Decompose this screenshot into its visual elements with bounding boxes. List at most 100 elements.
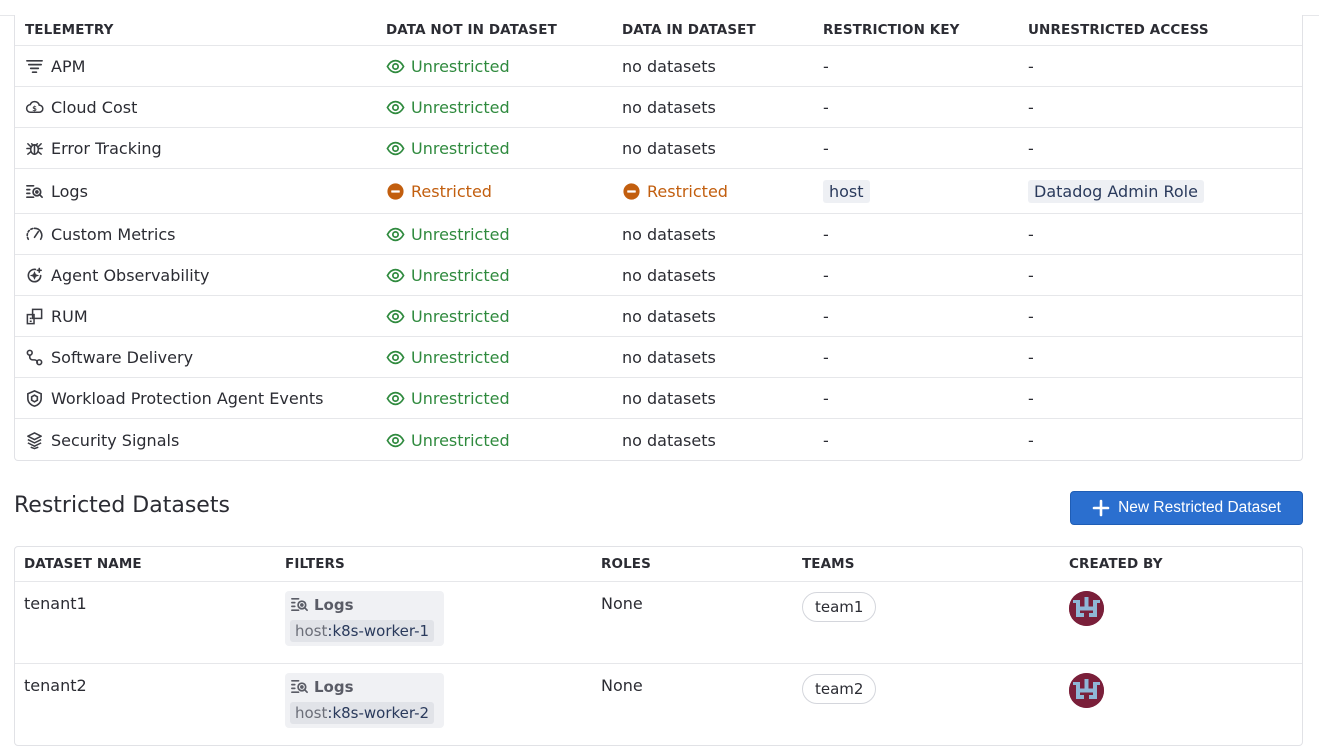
delivery-icon <box>24 347 44 367</box>
telemetry-name: Software Delivery <box>51 347 194 367</box>
telemetry-name: Custom Metrics <box>51 224 176 244</box>
avatar[interactable] <box>1069 673 1104 708</box>
data-not-in-dataset-status: Unrestricted <box>386 378 510 418</box>
data-not-in-dataset-status: Unrestricted <box>386 87 510 127</box>
restricted-icon <box>386 182 405 201</box>
telemetry-name-cell: Workload Protection Agent Events <box>24 378 323 418</box>
eye-icon <box>386 225 405 244</box>
dataset-created-by-cell <box>1069 582 1104 663</box>
telemetry-row: RUM Unrestricted no datasets - - <box>15 296 1302 337</box>
data-in-dataset-value: no datasets <box>622 265 716 285</box>
dataset-row[interactable]: tenant2 Logs host:k8s-worker-2 None team… <box>15 664 1302 745</box>
filter-query: host:k8s-worker-1 <box>290 620 435 642</box>
eye-icon <box>386 431 405 450</box>
logs-icon <box>290 677 309 696</box>
data-in-dataset-value: no datasets <box>622 347 716 367</box>
new-restricted-dataset-label: New Restricted Dataset <box>1118 499 1281 516</box>
dataset-row[interactable]: tenant1 Logs host:k8s-worker-1 None team… <box>15 582 1302 664</box>
dataset-filters-cell: Logs host:k8s-worker-2 <box>285 664 445 745</box>
signals-icon <box>24 430 44 450</box>
shield-icon <box>24 388 44 408</box>
telemetry-name-cell: Software Delivery <box>24 337 193 377</box>
header-teams: TEAMS <box>802 556 855 572</box>
telemetry-row: $ Cloud Cost Unrestricted no datasets - - <box>15 87 1302 128</box>
telemetry-name-cell: Error Tracking <box>24 128 162 168</box>
restriction-key-cell: - <box>823 56 829 76</box>
apm-icon <box>24 56 44 76</box>
team-pill[interactable]: team1 <box>802 592 877 622</box>
agent-icon <box>24 265 44 285</box>
new-restricted-dataset-button[interactable]: New Restricted Dataset <box>1070 491 1303 525</box>
restricted-datasets-title: Restricted Datasets <box>14 493 230 518</box>
unrestricted-access-cell: - <box>1028 430 1034 450</box>
telemetry-name: Workload Protection Agent Events <box>51 388 324 408</box>
telemetry-name-cell: Agent Observability <box>24 255 209 295</box>
telemetry-row: Custom Metrics Unrestricted no datasets - - <box>15 214 1302 255</box>
cloud-cost-icon: $ <box>24 97 44 117</box>
eye-icon <box>386 389 405 408</box>
gauge-icon <box>24 224 44 244</box>
data-in-dataset-status: Restricted <box>622 169 728 213</box>
telemetry-row: APM Unrestricted no datasets - - <box>15 46 1302 87</box>
telemetry-row: Security Signals Unrestricted no datasets… <box>15 419 1302 460</box>
unrestricted-access-cell: - <box>1028 56 1034 76</box>
telemetry-name: RUM <box>51 306 88 326</box>
unrestricted-access-cell: - <box>1028 224 1034 244</box>
telemetry-name-cell: Security Signals <box>24 419 180 460</box>
unrestricted-access-cell: - <box>1028 388 1034 408</box>
header-restriction-key: RESTRICTION KEY <box>823 22 960 38</box>
filter-product: Logs <box>290 677 434 696</box>
telemetry-row: Software Delivery Unrestricted no dataset… <box>15 337 1302 378</box>
eye-icon <box>386 266 405 285</box>
restriction-key-cell: - <box>823 430 829 450</box>
dataset-filters-cell: Logs host:k8s-worker-1 <box>285 582 445 663</box>
unrestricted-access-cell: - <box>1028 138 1034 158</box>
data-in-dataset-value: no datasets <box>622 97 716 117</box>
telemetry-name-cell: RUM <box>24 296 88 336</box>
telemetry-name: Agent Observability <box>51 265 210 285</box>
telemetry-table: TELEMETRY DATA NOT IN DATASET DATA IN DA… <box>14 15 1303 461</box>
data-not-in-dataset-status: Unrestricted <box>386 255 510 295</box>
telemetry-name-cell: Logs <box>24 169 88 213</box>
telemetry-name: Logs <box>51 181 88 201</box>
eye-icon <box>386 348 405 367</box>
role-tag[interactable]: Datadog Admin Role <box>1028 179 1204 203</box>
restriction-key-cell: - <box>823 224 829 244</box>
data-not-in-dataset-status: Restricted <box>386 169 492 213</box>
filter-box: Logs host:k8s-worker-1 <box>285 591 445 646</box>
data-not-in-dataset-status: Unrestricted <box>386 46 510 86</box>
top-bar <box>0 0 1319 16</box>
data-in-dataset-value: no datasets <box>622 138 716 158</box>
restriction-key-cell: - <box>823 347 829 367</box>
header-filters: FILTERS <box>285 556 345 572</box>
data-not-in-dataset-status: Unrestricted <box>386 128 510 168</box>
header-created-by: CREATED BY <box>1069 556 1163 572</box>
telemetry-name: Cloud Cost <box>51 97 138 117</box>
filter-query: host:k8s-worker-2 <box>290 702 435 724</box>
svg-text:$: $ <box>32 104 37 112</box>
rum-icon <box>24 306 44 326</box>
header-data-in-dataset: DATA IN DATASET <box>622 22 756 38</box>
avatar[interactable] <box>1069 591 1104 626</box>
telemetry-name-cell: APM <box>24 46 85 86</box>
logs-icon <box>290 595 309 614</box>
data-in-dataset-value: no datasets <box>622 388 716 408</box>
dataset-name[interactable]: tenant2 <box>24 664 87 745</box>
dataset-created-by-cell <box>1069 664 1104 745</box>
unrestricted-access-cell: - <box>1028 265 1034 285</box>
dataset-name[interactable]: tenant1 <box>24 582 87 663</box>
unrestricted-access-cell: - <box>1028 347 1034 367</box>
restriction-key-cell: host <box>823 169 870 213</box>
team-pill[interactable]: team2 <box>802 674 877 704</box>
unrestricted-access-cell: - <box>1028 97 1034 117</box>
logs-icon <box>24 181 44 201</box>
unrestricted-access-cell: - <box>1028 306 1034 326</box>
data-in-dataset-value: no datasets <box>622 430 716 450</box>
restriction-key-cell: - <box>823 138 829 158</box>
telemetry-row: Agent Observability Unrestricted no datas… <box>15 255 1302 296</box>
data-not-in-dataset-status: Unrestricted <box>386 296 510 336</box>
header-roles: ROLES <box>601 556 651 572</box>
restriction-key-cell: - <box>823 265 829 285</box>
filter-box: Logs host:k8s-worker-2 <box>285 673 445 728</box>
telemetry-name: Security Signals <box>51 430 180 450</box>
